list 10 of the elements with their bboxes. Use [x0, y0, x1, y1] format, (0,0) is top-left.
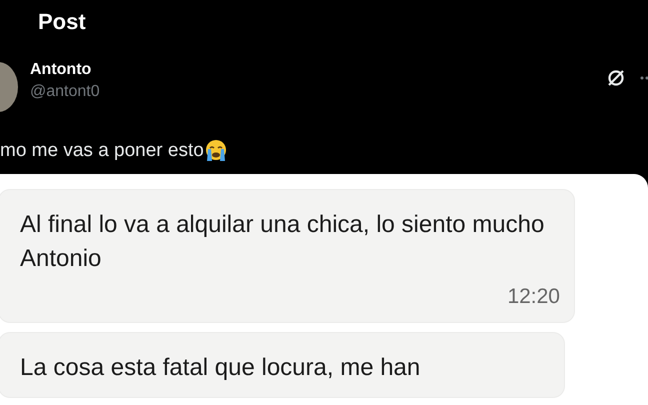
page-title: Post [38, 9, 86, 34]
more-icon[interactable] [640, 76, 648, 80]
author-name[interactable]: Antonto [30, 60, 100, 80]
message-text: La cosa esta fatal que locura, me han [20, 353, 422, 383]
author-handle[interactable]: @antont0 [30, 82, 100, 102]
post-text: mo me vas a poner esto [0, 138, 204, 163]
crying-face-icon [204, 139, 228, 163]
message-text: Al final lo va a alquilar una chica, lo siento mucho Antonio [20, 210, 546, 274]
message-time: 12:20 [506, 284, 560, 310]
slashed-circle-icon[interactable] [606, 68, 626, 88]
